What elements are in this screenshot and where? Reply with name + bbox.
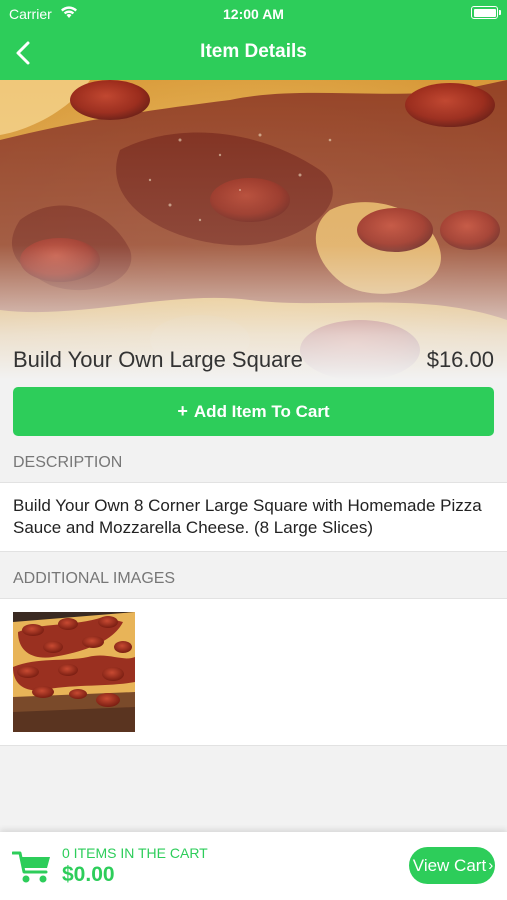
- view-cart-button[interactable]: View Cart ›: [409, 847, 495, 884]
- cart-item-count: 0 ITEMS IN THE CART: [62, 845, 208, 861]
- item-name: Build Your Own Large Square: [13, 347, 303, 372]
- description-header: DESCRIPTION: [0, 443, 507, 483]
- clock: 12:00 AM: [223, 6, 284, 22]
- additional-images-list: [0, 598, 507, 746]
- cart-total: $0.00: [62, 863, 115, 886]
- add-item-to-cart-button[interactable]: + Add Item To Cart: [13, 387, 494, 436]
- shopping-cart-icon: [12, 851, 50, 883]
- add-item-to-cart-label: Add Item To Cart: [193, 401, 330, 421]
- page-title: Item Details: [200, 41, 307, 62]
- additional-image-thumbnail[interactable]: [13, 612, 135, 732]
- item-price: $16.00: [426, 347, 494, 372]
- cart-summary-bar: 0 ITEMS IN THE CART $0.00 View Cart ›: [0, 832, 507, 900]
- view-cart-label: View Cart: [412, 855, 487, 875]
- additional-images-header: ADDITIONAL IMAGES: [0, 559, 507, 599]
- status-bar: Carrier 12:00 AM: [0, 0, 507, 28]
- description-text: Build Your Own 8 Corner Large Square wit…: [0, 482, 507, 552]
- plus-icon: +: [177, 401, 188, 421]
- chevron-right-icon: ›: [488, 857, 494, 874]
- battery-icon: [471, 6, 501, 19]
- navigation-bar: Item Details: [0, 28, 507, 80]
- item-hero-image: [0, 80, 507, 380]
